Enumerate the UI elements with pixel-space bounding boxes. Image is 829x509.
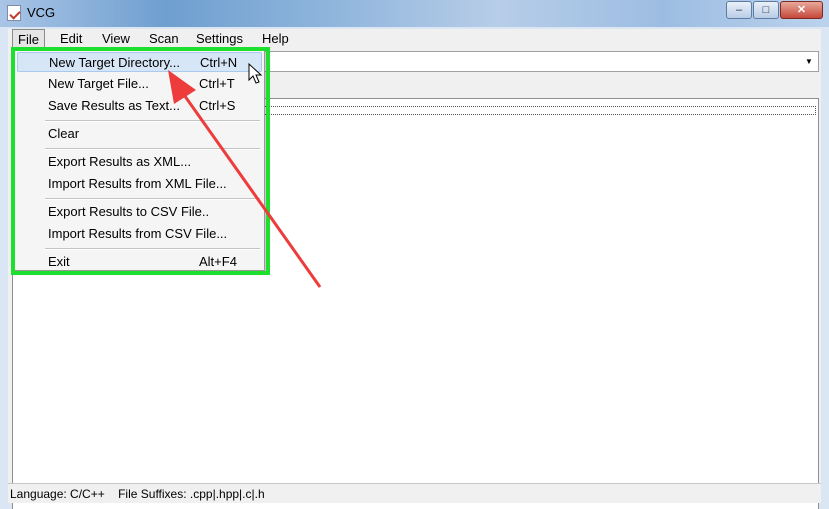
menu-item-export-xml[interactable]: Export Results as XML... [17,152,262,172]
menu-item-label: Export Results to CSV File.. [48,204,210,219]
menu-item-shortcut: Ctrl+S [199,98,236,113]
status-suffixes: File Suffixes: .cpp|.hpp|.c|.h [118,487,265,501]
menu-item-save-results-text[interactable]: Save Results as Text... Ctrl+S [17,96,262,116]
menu-item-label: Import Results from CSV File... [48,226,228,241]
menu-item-label: Import Results from XML File... [48,176,227,191]
menu-item-label: Clear [48,126,80,141]
status-language: Language: C/C++ [10,487,105,501]
menu-separator [45,198,260,200]
menu-item-label: Save Results as Text... [48,98,180,113]
menu-item-new-target-file[interactable]: New Target File... Ctrl+T [17,74,262,94]
menu-item-label: New Target File... [48,76,149,91]
menu-item-export-csv[interactable]: Export Results to CSV File.. [17,202,262,222]
menu-item-shortcut: Alt+F4 [199,254,237,269]
menu-item-shortcut: Ctrl+T [199,76,235,91]
close-button[interactable]: ✕ [780,1,823,19]
menu-item-shortcut: Ctrl+N [200,55,238,70]
app-icon [7,5,21,21]
menu-item-clear[interactable]: Clear [17,124,262,144]
window-title: VCG [27,5,56,20]
menu-view[interactable]: View [102,31,130,46]
chevron-down-icon[interactable]: ▼ [802,54,816,69]
menu-file[interactable]: File [12,29,45,49]
menu-item-import-csv[interactable]: Import Results from CSV File... [17,224,262,244]
menu-settings[interactable]: Settings [196,31,243,46]
menu-separator [45,148,260,150]
minimize-button[interactable]: – [726,1,752,19]
maximize-button[interactable]: □ [753,1,779,19]
status-bar: Language: C/C++ File Suffixes: .cpp|.hpp… [8,483,821,503]
menu-edit[interactable]: Edit [60,31,82,46]
menu-separator [45,120,260,122]
menu-item-label: Exit [48,254,70,269]
app-window: VCG – □ ✕ File Edit View Scan Settings H… [0,0,829,509]
menu-scan[interactable]: Scan [149,31,179,46]
menu-bar: File Edit View Scan Settings Help [8,29,821,49]
menu-item-label: New Target Directory... [49,55,181,70]
menu-help[interactable]: Help [262,31,289,46]
menu-separator [45,248,260,250]
menu-item-import-xml[interactable]: Import Results from XML File... [17,174,262,194]
file-menu-dropdown: New Target Directory... Ctrl+N New Targe… [14,49,265,271]
title-bar[interactable]: VCG – □ ✕ [0,0,829,27]
menu-item-label: Export Results as XML... [48,154,192,169]
menu-item-exit[interactable]: Exit Alt+F4 [17,252,262,272]
menu-item-new-target-directory[interactable]: New Target Directory... Ctrl+N [17,52,262,72]
